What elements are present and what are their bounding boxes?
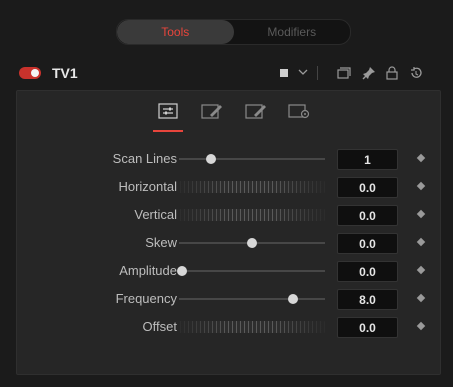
active-tab-indicator bbox=[153, 130, 183, 132]
edit-tab-2-icon[interactable] bbox=[245, 102, 267, 120]
tools-modifiers-switch: Tools Modifiers bbox=[116, 19, 351, 45]
controls-tab-icon[interactable] bbox=[157, 102, 179, 120]
slider-thumb[interactable] bbox=[206, 154, 217, 164]
slider-track[interactable] bbox=[179, 158, 325, 160]
keyframe-icon[interactable] bbox=[416, 265, 426, 275]
keyframe-icon[interactable] bbox=[416, 153, 426, 163]
keyframe-icon[interactable] bbox=[416, 237, 426, 247]
tool-name: TV1 bbox=[52, 65, 78, 81]
slider-thumb[interactable] bbox=[287, 294, 298, 304]
versions-icon[interactable] bbox=[337, 66, 351, 83]
value-field[interactable]: 0.0 bbox=[337, 177, 398, 198]
value-field[interactable]: 8.0 bbox=[337, 289, 398, 310]
thumbwheel-shade bbox=[177, 321, 325, 333]
chevron-down-icon[interactable] bbox=[298, 67, 308, 81]
tool-header: TV1 bbox=[0, 59, 453, 87]
control-label: Frequency bbox=[115, 291, 177, 306]
control-row: Scan Lines 1 bbox=[17, 147, 440, 171]
tab-modifiers[interactable]: Modifiers bbox=[234, 20, 351, 44]
toggle-knob bbox=[31, 69, 39, 77]
value-field[interactable]: 0.0 bbox=[337, 317, 398, 338]
thumbwheel-shade bbox=[177, 181, 325, 193]
tool-enable-toggle[interactable] bbox=[19, 67, 41, 79]
control-label: Horizontal bbox=[118, 179, 177, 194]
reset-icon[interactable] bbox=[409, 66, 423, 83]
edit-tab-icon[interactable] bbox=[201, 102, 223, 120]
thumbwheel-shade bbox=[177, 209, 325, 221]
slider-thumb[interactable] bbox=[247, 238, 257, 248]
lock-icon[interactable] bbox=[385, 66, 399, 83]
value-field[interactable]: 1 bbox=[337, 149, 398, 170]
value-field[interactable]: 0.0 bbox=[337, 233, 398, 254]
control-label: Offset bbox=[142, 319, 177, 334]
control-label: Vertical bbox=[134, 207, 177, 222]
control-row: Offset 0.0 bbox=[17, 315, 440, 339]
slider-track[interactable] bbox=[179, 298, 325, 300]
keyframe-icon[interactable] bbox=[416, 181, 426, 191]
slider-track[interactable] bbox=[179, 270, 325, 272]
inspector-panel: Scan Lines 1 Horizontal 0.0 Vertical 0.0 Skew 0… bbox=[16, 90, 441, 375]
slider-thumb[interactable] bbox=[176, 266, 187, 276]
keyframe-icon[interactable] bbox=[416, 321, 426, 331]
value-field[interactable]: 0.0 bbox=[337, 261, 398, 282]
inspector-tabs bbox=[17, 91, 440, 133]
value-field[interactable]: 0.0 bbox=[337, 205, 398, 226]
header-divider bbox=[317, 66, 318, 80]
settings-tab-icon[interactable] bbox=[288, 102, 310, 120]
control-row: Horizontal 0.0 bbox=[17, 175, 440, 199]
color-square-icon[interactable] bbox=[280, 69, 288, 77]
control-row: Frequency 8.0 bbox=[17, 287, 440, 311]
control-label: Amplitude bbox=[119, 263, 177, 278]
control-label: Scan Lines bbox=[112, 151, 177, 166]
control-row: Skew 0.0 bbox=[17, 231, 440, 255]
keyframe-icon[interactable] bbox=[416, 209, 426, 219]
control-label: Skew bbox=[145, 235, 177, 250]
control-row: Vertical 0.0 bbox=[17, 203, 440, 227]
pin-icon[interactable] bbox=[362, 66, 376, 83]
tab-tools[interactable]: Tools bbox=[117, 20, 234, 44]
control-row: Amplitude 0.0 bbox=[17, 259, 440, 283]
keyframe-icon[interactable] bbox=[416, 293, 426, 303]
